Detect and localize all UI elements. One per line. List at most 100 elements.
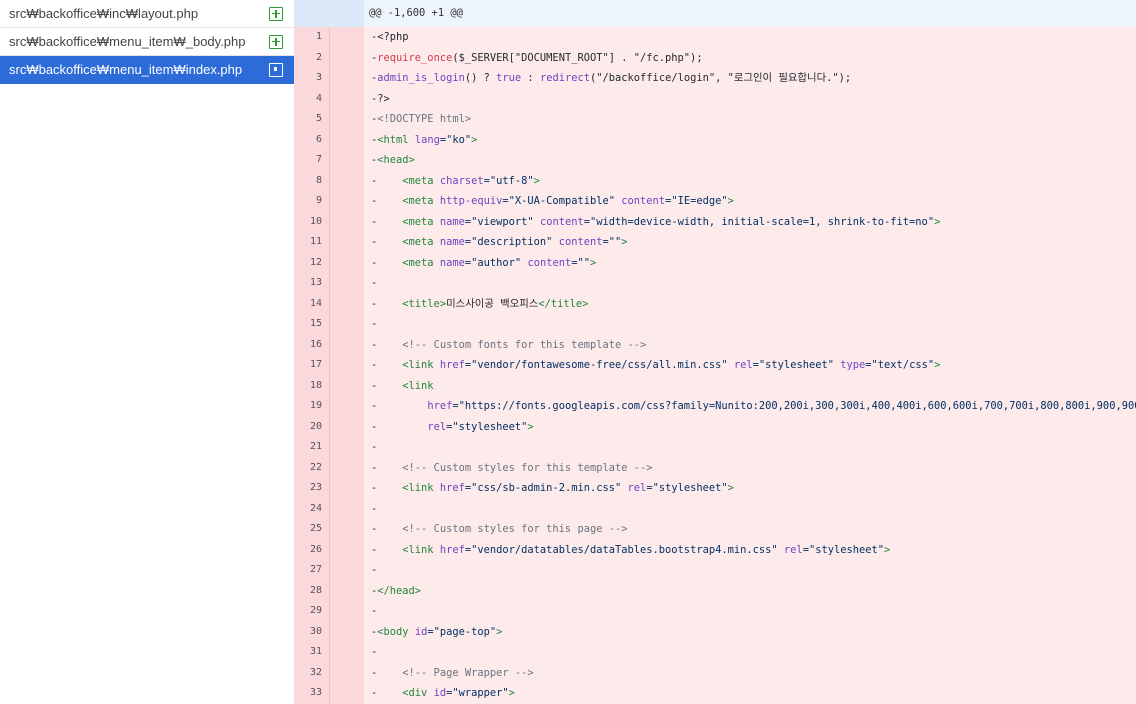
old-line-number: 26 (294, 539, 329, 560)
code-token: rel (733, 359, 753, 371)
code-token: ="text/css" (865, 359, 935, 371)
old-line-number: 4 (294, 88, 329, 109)
code-token: > (527, 420, 534, 433)
old-line-number: 13 (294, 273, 329, 294)
old-line-number: 6 (294, 129, 329, 150)
line-code: - rel="stylesheet"> (364, 416, 1136, 437)
new-line-number (329, 170, 364, 191)
line-code: - (364, 642, 1136, 663)
code-token: - (371, 174, 403, 187)
file-item[interactable]: src₩backoffice₩inc₩layout.php (0, 0, 294, 28)
diff-line: 5 -<!DOCTYPE html> (294, 109, 1136, 130)
code-token: <body (377, 625, 409, 638)
line-code: - <link (364, 375, 1136, 396)
old-line-number: 10 (294, 211, 329, 232)
code-token: name (439, 215, 465, 228)
code-token: 미스사이공 백오피스 (446, 297, 539, 310)
code-token: href (439, 482, 465, 494)
line-code: -require_once($_SERVER["DOCUMENT_ROOT"] … (364, 47, 1136, 68)
code-token: <!DOCTYPE html> (377, 113, 472, 125)
code-token: > (621, 236, 628, 248)
file-item[interactable]: src₩backoffice₩menu_item₩index.php (0, 56, 294, 84)
code-token: ="stylesheet" (802, 543, 885, 556)
code-token: - (371, 502, 378, 515)
new-line-number (329, 396, 364, 417)
code-token: rel (783, 543, 803, 556)
old-line-number: 20 (294, 416, 329, 437)
line-code: - <meta charset="utf-8"> (364, 170, 1136, 191)
diff-line: 7 -<head> (294, 150, 1136, 171)
new-line-number (329, 498, 364, 519)
code-token: content (539, 215, 584, 228)
line-code: - href="https://fonts.googleapis.com/css… (364, 396, 1136, 417)
diff-line: 17 - <link href="vendor/fontawesome-free/… (294, 355, 1136, 376)
code-token: ="vendor/datatables/dataTables.bootstrap… (464, 543, 778, 556)
dot-square-icon (269, 62, 283, 77)
diff-line: 11 - <meta name="description" content=""> (294, 232, 1136, 253)
code-token: > (934, 215, 941, 228)
code-token: ="stylesheet" (752, 359, 834, 371)
new-line-number (329, 375, 364, 396)
new-line-number (329, 334, 364, 355)
diff-line: 2 -require_once($_SERVER["DOCUMENT_ROOT"]… (294, 47, 1136, 68)
new-line-number (329, 211, 364, 232)
new-line-number (329, 252, 364, 273)
code-token: - (371, 256, 403, 269)
diff-line: 3 -admin_is_login() ? true : redirect("/b… (294, 68, 1136, 89)
old-line-number: 31 (294, 642, 329, 663)
code-token: rel (427, 420, 447, 433)
code-token: () ? (464, 72, 497, 84)
diff-line: 18 - <link (294, 375, 1136, 396)
diff-line: 20 - rel="stylesheet"> (294, 416, 1136, 437)
plus-square-icon (269, 6, 283, 21)
old-line-number: 28 (294, 580, 329, 601)
code-token: ="width=device-width, initial-scale=1, s… (583, 215, 935, 228)
code-token: name (439, 236, 465, 248)
code-token: lang (414, 133, 440, 146)
code-token: ="" (602, 236, 622, 248)
code-token: <!-- Custom styles for this page --> (402, 523, 628, 535)
code-token: - (371, 461, 403, 474)
old-line-number: 18 (294, 375, 329, 396)
line-code: - <!-- Custom styles for this template -… (364, 457, 1136, 478)
line-code: -<?php (364, 27, 1136, 48)
new-line-number (329, 457, 364, 478)
old-line-number: 7 (294, 150, 329, 171)
line-code: - <!-- Page Wrapper --> (364, 662, 1136, 683)
old-line-number: 9 (294, 191, 329, 212)
line-code: - <title>미스사이공 백오피스</title> (364, 293, 1136, 314)
new-line-number (329, 109, 364, 130)
line-code: - <link href="vendor/datatables/dataTabl… (364, 539, 1136, 560)
code-token: id (414, 625, 428, 638)
code-token: - (371, 400, 428, 412)
line-code: -</head> (364, 580, 1136, 601)
code-token: </head> (377, 584, 422, 597)
new-line-number (329, 191, 364, 212)
new-line-number (329, 416, 364, 437)
diff-line: 15 - (294, 314, 1136, 335)
code-token: > (508, 687, 515, 699)
old-line-number: 23 (294, 478, 329, 499)
code-token: admin_is_login (377, 72, 465, 84)
code-token: href (439, 359, 465, 371)
new-line-number (329, 129, 364, 150)
code-token: <meta (402, 256, 434, 269)
old-line-number: 15 (294, 314, 329, 335)
code-token: <link (402, 359, 434, 371)
code-token: http-equiv (439, 195, 503, 207)
old-line-number: 27 (294, 560, 329, 581)
line-code: - (364, 498, 1136, 519)
diff-line: 12 - <meta name="author" content=""> (294, 252, 1136, 273)
old-line-number: 8 (294, 170, 329, 191)
code-token: > (496, 625, 503, 638)
line-code: - <meta name="description" content=""> (364, 232, 1136, 253)
diff-line: 31 - (294, 642, 1136, 663)
old-line-number: 19 (294, 396, 329, 417)
file-item[interactable]: src₩backoffice₩menu_item₩_body.php (0, 28, 294, 56)
diff-line: 27 - (294, 560, 1136, 581)
code-token: href (427, 400, 453, 412)
old-line-number: 25 (294, 519, 329, 540)
line-code: - <div id="wrapper"> (364, 683, 1136, 704)
diff-line: 30 -<body id="page-top"> (294, 621, 1136, 642)
diff-line: 26 - <link href="vendor/datatables/dataTa… (294, 539, 1136, 560)
